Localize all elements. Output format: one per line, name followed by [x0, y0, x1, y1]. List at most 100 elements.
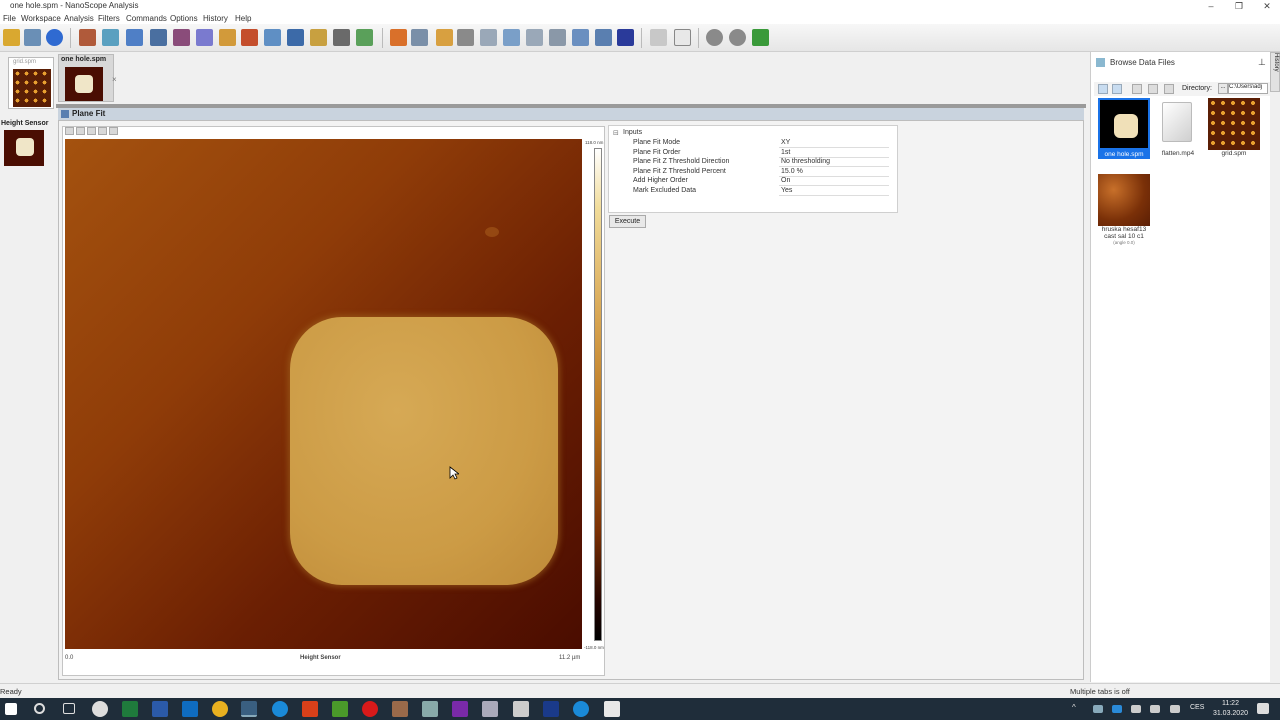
filter-tool-icon[interactable]: [549, 29, 566, 46]
skype-icon[interactable]: [272, 701, 288, 717]
app-icon[interactable]: [604, 701, 620, 717]
param-value[interactable]: 15.0 %: [779, 168, 889, 177]
tray-icon[interactable]: [1093, 705, 1103, 713]
filter-tool-icon[interactable]: [503, 29, 520, 46]
back-icon[interactable]: [1098, 84, 1108, 94]
filter-tool-icon[interactable]: [572, 29, 589, 46]
analysis-tool-icon[interactable]: [79, 29, 96, 46]
menu-workspace[interactable]: Workspace: [21, 14, 61, 23]
filter-tool-icon[interactable]: [390, 29, 407, 46]
chrome-icon[interactable]: [212, 701, 228, 717]
menu-options[interactable]: Options: [170, 14, 198, 23]
tray-chevron-icon[interactable]: ^: [1072, 703, 1076, 712]
minimize-button[interactable]: –: [1196, 0, 1226, 12]
param-row-mark-excluded[interactable]: Mark Excluded Data Yes: [633, 187, 893, 197]
redo-icon[interactable]: [729, 29, 746, 46]
calculator-icon[interactable]: [513, 701, 529, 717]
collapse-icon[interactable]: ⊟: [613, 129, 619, 137]
tray-icon[interactable]: [1131, 705, 1141, 713]
filter-tool-icon[interactable]: [436, 29, 453, 46]
filter-tool-icon[interactable]: [411, 29, 428, 46]
analysis-tool-icon[interactable]: [310, 29, 327, 46]
analysis-tool-icon[interactable]: [219, 29, 236, 46]
file-grid[interactable]: grid.spm: [1206, 98, 1262, 157]
channel-thumbnail[interactable]: [4, 130, 44, 166]
word-icon[interactable]: [152, 701, 168, 717]
task-view-icon[interactable]: [63, 703, 75, 714]
directory-browse-button[interactable]: ...: [1218, 83, 1228, 94]
outlook-icon[interactable]: [182, 701, 198, 717]
tab-one-hole[interactable]: one hole.spm: [58, 54, 114, 102]
afm-height-image[interactable]: [65, 139, 582, 649]
menu-help[interactable]: Help: [235, 14, 251, 23]
volume-icon[interactable]: [1170, 705, 1180, 713]
maximize-button[interactable]: ❐: [1224, 0, 1254, 12]
filter-tool-icon[interactable]: [480, 29, 497, 46]
close-button[interactable]: ✕: [1252, 0, 1280, 12]
opera-icon[interactable]: [362, 701, 378, 717]
analysis-tool-icon[interactable]: [356, 29, 373, 46]
param-value[interactable]: On: [779, 177, 889, 186]
app-icon[interactable]: [392, 701, 408, 717]
file-flatten-video[interactable]: flatten.mp4: [1150, 98, 1206, 157]
layout-icon[interactable]: [650, 29, 667, 46]
language-indicator[interactable]: CES: [1190, 704, 1204, 711]
grid-file-thumbnail[interactable]: grid.spm: [8, 57, 54, 109]
filter-tool-icon[interactable]: [457, 29, 474, 46]
fit-icon[interactable]: [109, 127, 118, 135]
excel-icon[interactable]: [122, 701, 138, 717]
analysis-tool-icon[interactable]: [241, 29, 258, 46]
param-value[interactable]: 1st: [779, 149, 889, 158]
analysis-tool-icon[interactable]: [333, 29, 350, 46]
menu-filters[interactable]: Filters: [98, 14, 120, 23]
filter-tool-icon[interactable]: [595, 29, 612, 46]
param-row-add-higher-order[interactable]: Add Higher Order On: [633, 177, 893, 187]
edge-icon[interactable]: [573, 701, 589, 717]
analysis-tool-icon[interactable]: [150, 29, 167, 46]
search-icon[interactable]: [34, 703, 45, 714]
pin-icon[interactable]: ⊥: [1258, 57, 1266, 68]
zoom-out-icon[interactable]: [98, 127, 107, 135]
app-icon[interactable]: [482, 701, 498, 717]
report-icon[interactable]: [674, 29, 691, 46]
param-row-threshold-percent[interactable]: Plane Fit Z Threshold Percent 15.0 %: [633, 168, 893, 178]
app-icon[interactable]: [302, 701, 318, 717]
analysis-tool-icon[interactable]: [102, 29, 119, 46]
batch-icon[interactable]: [752, 29, 769, 46]
app-icon[interactable]: [92, 701, 108, 717]
param-value[interactable]: Yes: [779, 187, 889, 196]
menu-analysis[interactable]: Analysis: [64, 14, 94, 23]
zoom-in-icon[interactable]: [87, 127, 96, 135]
directory-field[interactable]: C:\Users\adj: [1228, 83, 1268, 94]
app-icon[interactable]: [422, 701, 438, 717]
pan-icon[interactable]: [76, 127, 85, 135]
file-one-hole[interactable]: one hole.spm: [1096, 98, 1152, 159]
menu-commands[interactable]: Commands: [126, 14, 167, 23]
param-row-threshold-direction[interactable]: Plane Fit Z Threshold Direction No thres…: [633, 158, 893, 168]
onedrive-icon[interactable]: [1112, 705, 1122, 713]
filter-tool-icon[interactable]: [526, 29, 543, 46]
param-value[interactable]: XY: [779, 139, 889, 148]
nanoscope-icon[interactable]: [241, 701, 257, 717]
app-icon[interactable]: [543, 701, 559, 717]
notifications-icon[interactable]: [1257, 703, 1269, 714]
save-icon[interactable]: [24, 29, 41, 46]
execute-button[interactable]: Execute: [609, 215, 646, 228]
zoom-icon[interactable]: [65, 127, 74, 135]
open-folder-icon[interactable]: [3, 29, 20, 46]
filter-tool-icon[interactable]: [617, 29, 634, 46]
param-row-plane-fit-mode[interactable]: Plane Fit Mode XY: [633, 139, 893, 149]
clock[interactable]: 11:22 31.03.2020: [1213, 699, 1248, 719]
analysis-tool-icon[interactable]: [196, 29, 213, 46]
param-value[interactable]: No thresholding: [779, 158, 889, 167]
refresh-icon[interactable]: [1164, 84, 1174, 94]
analysis-tool-icon[interactable]: [173, 29, 190, 46]
app-icon[interactable]: [332, 701, 348, 717]
network-icon[interactable]: [1150, 705, 1160, 713]
menu-file[interactable]: File: [3, 14, 16, 23]
view-icon[interactable]: [1132, 84, 1142, 94]
help-icon[interactable]: [46, 29, 63, 46]
analysis-tool-icon[interactable]: [126, 29, 143, 46]
file-hruska[interactable]: hruska hesaf13 cast sal 10 c1 (angle 0.0…: [1096, 174, 1152, 245]
analysis-tool-icon[interactable]: [264, 29, 281, 46]
